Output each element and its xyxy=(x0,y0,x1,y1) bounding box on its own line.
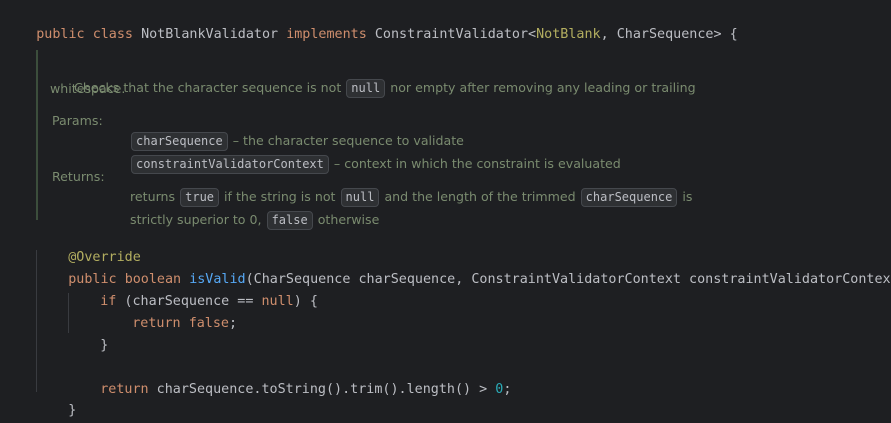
keyword-return: return xyxy=(132,316,181,331)
doc-returns-line-2: strictly superior to 0, false otherwise xyxy=(106,190,379,250)
doc-code-false: false xyxy=(266,211,313,230)
code-line-return-expression[interactable]: return charSequence.toString().trim().le… xyxy=(68,357,511,397)
keyword-implements: implements xyxy=(286,27,367,42)
class-name: NotBlankValidator xyxy=(141,27,279,42)
generic-type-charsequence: CharSequence xyxy=(616,27,714,42)
close-brace: } xyxy=(68,403,77,418)
code-editor[interactable]: public class NotBlankValidator implement… xyxy=(0,0,891,423)
code-line-close-method[interactable]: } xyxy=(36,378,76,418)
keyword-class: class xyxy=(92,27,133,42)
rendered-javadoc[interactable]: Checks that the character sequence is no… xyxy=(36,50,718,230)
code-line-close-class[interactable]: } xyxy=(4,400,44,422)
code-line-method-signature[interactable]: public boolean isValid(CharSequence char… xyxy=(36,247,891,287)
keyword-return: return xyxy=(100,382,149,397)
doc-summary-line-1: Checks that the character sequence is no… xyxy=(50,58,696,118)
keyword-null: null xyxy=(261,294,294,309)
code-line-close-if[interactable]: } xyxy=(68,313,108,353)
doc-params-label: Params: xyxy=(52,113,103,128)
doc-code-null: null xyxy=(346,79,386,98)
interface-name: ConstraintValidator< xyxy=(374,27,537,42)
method-params: (CharSequence charSequence, ConstraintVa… xyxy=(245,272,891,287)
generic-type-annotation: NotBlank xyxy=(536,27,601,42)
class-open-brace: > { xyxy=(713,27,738,42)
keyword-false: false xyxy=(188,316,229,331)
close-brace: } xyxy=(100,338,109,353)
code-line-return-false[interactable]: return false; xyxy=(100,291,237,331)
doc-summary-line-2: whitespace. xyxy=(50,81,126,96)
doc-returns-label: Returns: xyxy=(52,169,105,184)
generic-separator: , xyxy=(600,27,617,42)
code-line-if[interactable]: if (charSequence == null) { xyxy=(68,269,318,309)
code-line-class-declaration[interactable]: public class NotBlankValidator implement… xyxy=(4,2,737,42)
keyword-public: public xyxy=(36,27,85,42)
code-line-override[interactable]: @Override xyxy=(36,225,141,265)
doc-code-charsequence: charSequence xyxy=(580,188,678,207)
